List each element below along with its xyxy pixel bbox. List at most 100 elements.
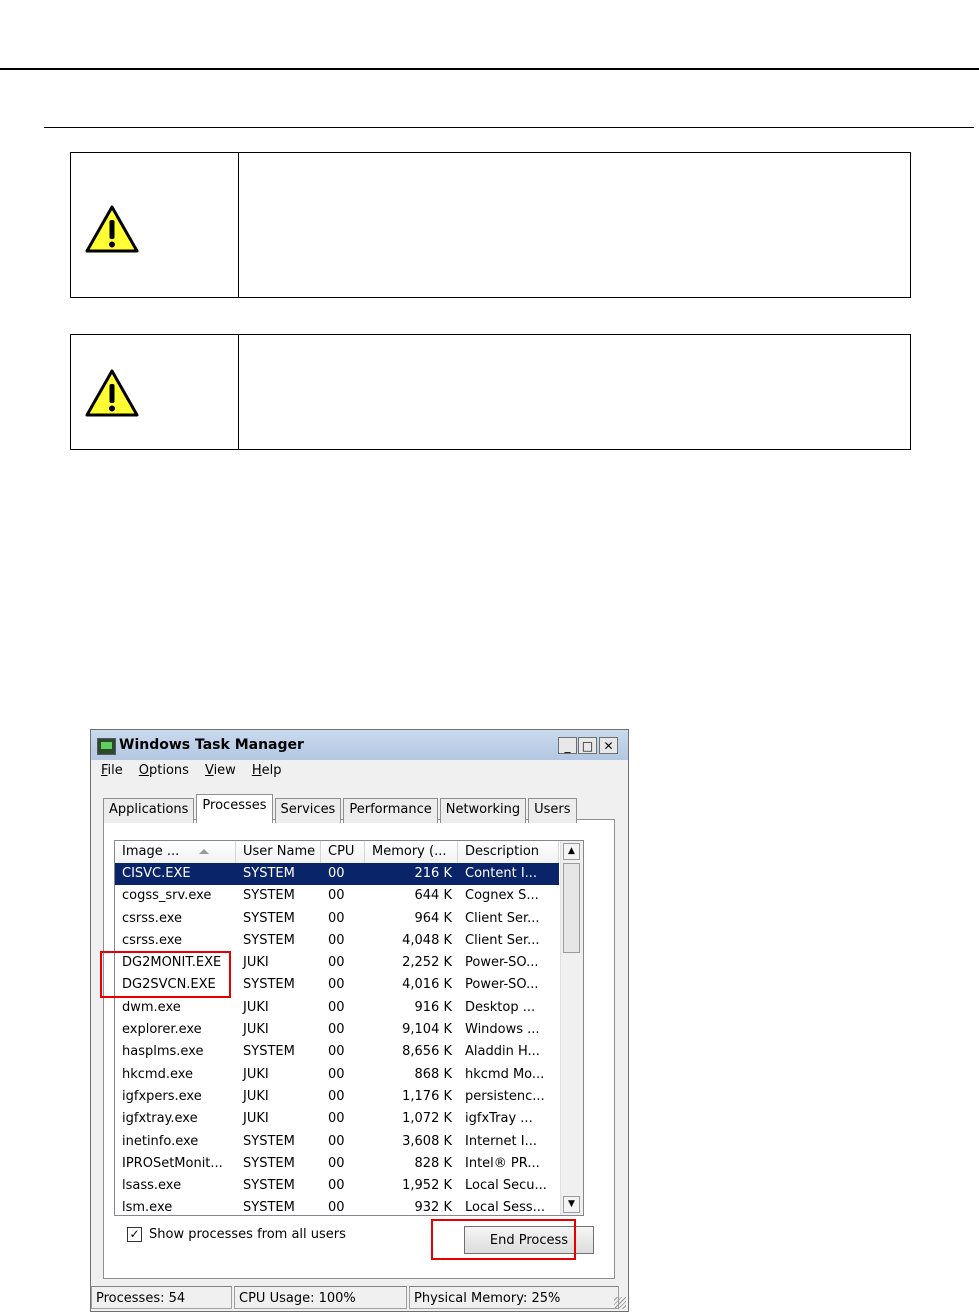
caution-icon-cell	[71, 335, 239, 449]
highlight-end-process	[431, 1219, 576, 1260]
cell-image: csrss.exe	[122, 910, 183, 926]
scroll-thumb[interactable]	[563, 863, 580, 953]
cell-cpu: 00	[328, 1155, 345, 1171]
table-row[interactable]: inetinfo.exe SYSTEM 00 3,608 K Internet I...	[115, 1131, 559, 1153]
cell-memory: 4,048 K	[402, 932, 452, 948]
tab-applications[interactable]: Applications	[103, 798, 195, 823]
tab-performance[interactable]: Performance	[343, 798, 438, 823]
cell-description: Local Sess...	[465, 1200, 546, 1216]
cell-image: CISVC.EXE	[122, 866, 191, 881]
cell-cpu: 00	[328, 1022, 345, 1038]
cell-memory: 916 K	[414, 999, 452, 1015]
table-row[interactable]: lsm.exe SYSTEM 00 932 K Local Sess...	[115, 1197, 559, 1216]
cell-image: IPROSetMonit...	[122, 1155, 223, 1171]
cell-description: Intel® PR...	[465, 1155, 540, 1171]
cell-user: SYSTEM	[243, 1200, 295, 1216]
menu-file[interactable]: File	[101, 763, 123, 783]
cell-memory: 868 K	[414, 1066, 452, 1082]
cell-memory: 3,608 K	[402, 1133, 452, 1149]
column-header-cpu[interactable]: CPU	[321, 841, 365, 863]
caution-text-cell	[239, 153, 910, 297]
show-all-users-label: Show processes from all users	[149, 1227, 346, 1242]
cell-cpu: 00	[328, 888, 345, 904]
cell-cpu: 00	[328, 1200, 345, 1216]
table-row[interactable]: cogss_srv.exe SYSTEM 00 644 K Cognex S...	[115, 885, 559, 907]
table-row[interactable]: lsass.exe SYSTEM 00 1,952 K Local Secu...	[115, 1175, 559, 1197]
show-all-users-checkbox[interactable]: ✓	[127, 1227, 142, 1242]
table-row[interactable]: hasplms.exe SYSTEM 00 8,656 K Aladdin H...	[115, 1041, 559, 1063]
cell-memory: 9,104 K	[402, 1022, 452, 1038]
caution-icon-cell	[71, 153, 239, 297]
window-title: Windows Task Manager	[119, 737, 304, 753]
table-row[interactable]: igfxtray.exe JUKI 00 1,072 K igfxTray ...	[115, 1108, 559, 1130]
close-button[interactable]: ✕	[599, 737, 618, 754]
title-bar[interactable]: Windows Task Manager _ □ ✕	[91, 730, 628, 760]
tab-services[interactable]: Services	[274, 798, 342, 823]
status-bar: Processes: 54 CPU Usage: 100% Physical M…	[91, 1286, 628, 1311]
cell-user: SYSTEM	[243, 910, 295, 926]
menu-help[interactable]: Help	[252, 763, 282, 783]
column-header-user[interactable]: User Name	[236, 841, 321, 863]
table-row[interactable]: explorer.exe JUKI 00 9,104 K Windows ...	[115, 1019, 559, 1041]
cell-cpu: 00	[328, 1178, 345, 1194]
cell-description: Windows ...	[465, 1022, 540, 1038]
resize-grip-icon[interactable]	[614, 1297, 626, 1309]
cell-image: hkcmd.exe	[122, 1066, 194, 1082]
menu-bar: File Options View Help	[101, 763, 281, 783]
column-header-image[interactable]: Image ...	[115, 841, 236, 863]
tab-networking[interactable]: Networking	[439, 798, 527, 823]
table-row[interactable]: csrss.exe SYSTEM 00 4,048 K Client Ser...	[115, 930, 559, 952]
maximize-button[interactable]: □	[578, 737, 597, 754]
minimize-button[interactable]: _	[558, 737, 577, 754]
scroll-down-icon[interactable]: ▼	[563, 1196, 580, 1213]
cell-image: csrss.exe	[122, 932, 183, 948]
cell-image: hasplms.exe	[122, 1044, 204, 1060]
cell-description: Content I...	[465, 866, 538, 881]
cell-description: persistenc...	[465, 1088, 545, 1104]
cell-user: SYSTEM	[243, 866, 295, 881]
cell-user: JUKI	[243, 955, 269, 971]
cell-cpu: 00	[328, 866, 345, 881]
menu-options[interactable]: Options	[139, 763, 189, 783]
table-row[interactable]: hkcmd.exe JUKI 00 868 K hkcmd Mo...	[115, 1064, 559, 1086]
tab-processes[interactable]: Processes	[196, 794, 273, 823]
cell-memory: 1,952 K	[402, 1178, 452, 1194]
cell-memory: 644 K	[414, 888, 452, 904]
top-rule	[0, 68, 979, 70]
cell-user: SYSTEM	[243, 932, 295, 948]
show-all-users-option[interactable]: ✓ Show processes from all users	[127, 1227, 346, 1242]
cell-memory: 1,176 K	[402, 1088, 452, 1104]
column-header-memory[interactable]: Memory (...	[365, 841, 458, 863]
table-row[interactable]: CISVC.EXE SYSTEM 00 216 K Content I...	[115, 863, 559, 886]
cell-image: igfxpers.exe	[122, 1088, 202, 1104]
highlight-dg2-processes	[100, 951, 231, 998]
process-list[interactable]: Image ... User Name CPU Memory (... Desc…	[114, 840, 584, 1216]
cell-cpu: 00	[328, 1111, 345, 1127]
scroll-up-icon[interactable]: ▲	[563, 843, 580, 860]
column-header-description[interactable]: Description	[458, 841, 559, 863]
cell-user: JUKI	[243, 1022, 269, 1038]
cell-memory: 828 K	[414, 1155, 452, 1171]
cell-cpu: 00	[328, 1044, 345, 1060]
cell-user: JUKI	[243, 999, 269, 1015]
section-rule	[44, 127, 974, 128]
cell-user: SYSTEM	[243, 888, 295, 904]
vertical-scrollbar[interactable]: ▲ ▼	[560, 841, 583, 1215]
status-processes: Processes: 54	[91, 1286, 232, 1309]
table-row[interactable]: igfxpers.exe JUKI 00 1,176 K persistenc...	[115, 1086, 559, 1108]
table-row[interactable]: dwm.exe JUKI 00 916 K Desktop ...	[115, 997, 559, 1019]
cell-user: JUKI	[243, 1088, 269, 1104]
cell-image: cogss_srv.exe	[122, 888, 212, 904]
sort-ascending-icon	[199, 849, 210, 854]
list-header: Image ... User Name CPU Memory (... Desc…	[115, 841, 559, 864]
menu-view[interactable]: View	[205, 763, 236, 783]
cell-description: Aladdin H...	[465, 1044, 540, 1060]
table-row[interactable]: csrss.exe SYSTEM 00 964 K Client Ser...	[115, 908, 559, 930]
cell-cpu: 00	[328, 1133, 345, 1149]
table-row[interactable]: IPROSetMonit... SYSTEM 00 828 K Intel® PR...	[115, 1153, 559, 1175]
cell-memory: 964 K	[414, 910, 452, 926]
cell-description: Client Ser...	[465, 932, 540, 948]
cell-description: Desktop ...	[465, 999, 536, 1015]
cell-user: SYSTEM	[243, 1133, 295, 1149]
tab-users[interactable]: Users	[528, 798, 577, 823]
